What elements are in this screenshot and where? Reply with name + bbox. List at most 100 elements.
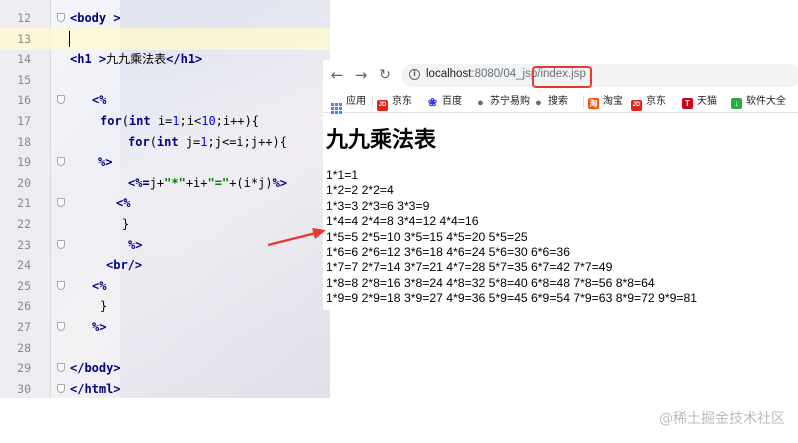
- code-editor[interactable]: 12 <body > 13 14 <h1 >九九乘法表</h1> 15 16 <% 17 for(…: [0, 0, 330, 398]
- bookmark-label: 软件大全: [746, 96, 786, 107]
- page-heading: 九九乘法表: [326, 128, 437, 153]
- code-line[interactable]: 20 <%=j+"*"+i+"="+(i*j)%>: [0, 172, 330, 194]
- bookmark-item[interactable]: ❀ 百度: [427, 94, 462, 110]
- download-icon: ↓: [731, 98, 742, 109]
- bookmark-item[interactable]: 淘淘宝: [588, 94, 623, 110]
- bookmark-label: 京东: [392, 96, 412, 107]
- code-token: "=": [207, 175, 230, 190]
- line-number: 14: [17, 52, 31, 67]
- fold-marker-icon[interactable]: [57, 198, 65, 208]
- code-text: </body>: [70, 357, 121, 379]
- reload-icon[interactable]: ↻: [376, 66, 394, 84]
- bookmark-label: 苏宁易购: [490, 96, 530, 107]
- bookmark-separator: [583, 96, 584, 108]
- code-token: %>: [92, 320, 107, 334]
- code-token: "*": [164, 175, 186, 190]
- code-text: <%: [92, 89, 106, 111]
- code-token: 10: [201, 114, 216, 128]
- line-number: 19: [17, 155, 31, 170]
- code-token: <%: [92, 278, 107, 293]
- bookmark-item[interactable]: ● 搜索: [533, 94, 568, 110]
- code-line[interactable]: 27 %>: [0, 316, 330, 338]
- fold-marker-icon[interactable]: [57, 13, 65, 22]
- line-number: 13: [17, 31, 31, 46]
- tmall-icon: T: [682, 98, 693, 109]
- address-bar[interactable]: i localhost:8080/04_jsp/index.jsp: [401, 64, 798, 87]
- fold-marker-icon[interactable]: [57, 363, 65, 373]
- bookmark-item[interactable]: 应用: [331, 94, 366, 114]
- code-token: %>: [272, 175, 288, 190]
- baidu-paw-icon: ❀: [427, 97, 438, 109]
- line-number: 27: [17, 320, 31, 334]
- bookmark-item[interactable]: ↓ 软件大全: [731, 94, 786, 110]
- code-line[interactable]: 19 %>: [0, 151, 330, 173]
- bookmark-item[interactable]: T 天猫: [682, 94, 717, 110]
- code-token: i=: [150, 114, 173, 128]
- info-icon[interactable]: i: [409, 69, 420, 80]
- line-number: 30: [17, 381, 31, 396]
- fold-marker-icon[interactable]: [57, 322, 65, 331]
- fold-marker-icon[interactable]: [57, 383, 65, 393]
- code-line[interactable]: 16 <%: [0, 89, 330, 111]
- line-number: 21: [17, 196, 31, 211]
- code-token: 1: [200, 134, 208, 149]
- code-line[interactable]: 26}: [0, 295, 330, 317]
- table-row: 1*3=3 2*3=6 3*3=9: [326, 198, 430, 213]
- code-token: j=: [178, 134, 201, 149]
- code-text: %>: [128, 234, 142, 256]
- fold-marker-icon[interactable]: [57, 239, 65, 249]
- code-line[interactable]: 12 <body >: [0, 7, 330, 29]
- line-number: 23: [17, 237, 31, 252]
- bookmark-item[interactable]: JD 京东: [377, 94, 412, 111]
- line-number: 17: [17, 114, 31, 128]
- back-arrow-icon[interactable]: ←: [328, 66, 346, 84]
- code-line[interactable]: 15: [0, 69, 330, 91]
- code-token: <%: [116, 196, 131, 211]
- code-token: %>: [128, 237, 143, 252]
- code-line[interactable]: 28: [0, 337, 330, 359]
- code-line[interactable]: 13: [0, 27, 330, 50]
- arrow-shaft: [267, 231, 317, 247]
- code-token: <h1 >: [70, 52, 107, 67]
- code-token: </body>: [70, 361, 121, 376]
- code-text: %>: [92, 316, 106, 338]
- code-line[interactable]: 29 </body>: [0, 357, 330, 379]
- code-text: <h1 >九九乘法表</h1>: [70, 48, 202, 70]
- line-number: 25: [17, 278, 31, 293]
- code-text: for(int i=1;i<10;i++){: [100, 110, 259, 132]
- fold-marker-icon[interactable]: [57, 280, 65, 290]
- forward-arrow-icon[interactable]: →: [352, 66, 370, 84]
- code-line[interactable]: 17 for(int i=1;i<10;i++){: [0, 110, 330, 132]
- code-token: }: [122, 217, 130, 231]
- code-line[interactable]: 14 <h1 >九九乘法表</h1>: [0, 48, 330, 70]
- table-row: 1*6=6 2*6=12 3*6=18 4*6=24 5*6=30 6*6=36: [326, 245, 570, 259]
- code-line[interactable]: 24 <br/>: [0, 254, 330, 276]
- bookmark-item[interactable]: ● 苏宁易购: [475, 94, 530, 110]
- table-row: 1*1=1: [326, 168, 359, 182]
- table-row: 1*2=2 2*2=4: [326, 183, 394, 198]
- code-line[interactable]: 25 <%: [0, 275, 330, 297]
- code-token: </h1>: [166, 52, 203, 67]
- code-token: 1: [172, 114, 180, 128]
- code-line[interactable]: 21 <%: [0, 192, 330, 214]
- globe-icon: ●: [477, 97, 484, 109]
- code-line[interactable]: 30 </html>: [0, 378, 330, 398]
- line-number: 12: [17, 11, 31, 25]
- code-token: (: [121, 114, 129, 128]
- line-number: 26: [17, 299, 31, 314]
- arrow-head: [312, 228, 326, 239]
- url-highlight-box: [532, 66, 592, 88]
- fold-marker-icon[interactable]: [57, 95, 65, 105]
- code-token: (: [149, 134, 157, 149]
- code-line[interactable]: 18 for(int j=1;j<=i;j++){: [0, 131, 330, 153]
- code-token: ;i++){: [215, 114, 260, 128]
- code-token: <br/>: [106, 258, 143, 273]
- bookmark-item[interactable]: JD 京东: [631, 94, 666, 111]
- table-row: 1*4=4 2*4=8 3*4=12 4*4=16: [326, 214, 479, 229]
- line-number: 16: [17, 93, 31, 108]
- text-caret: [69, 30, 70, 47]
- bookmark-separator: [372, 96, 373, 108]
- fold-marker-icon[interactable]: [57, 157, 65, 167]
- code-token: }: [100, 299, 108, 314]
- code-text: }: [122, 213, 129, 235]
